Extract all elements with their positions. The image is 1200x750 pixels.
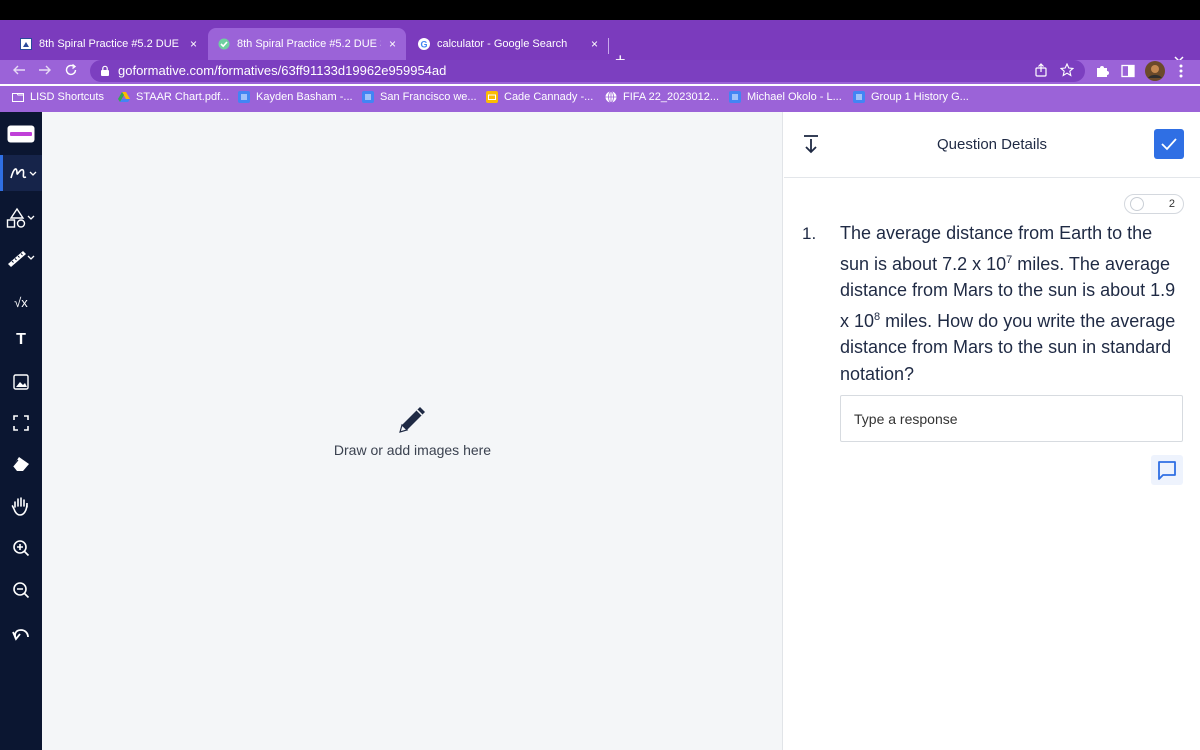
browser-toolbar: goformative.com/formatives/63ff91133d199… [0,60,1200,84]
globe-icon [605,91,617,103]
undo-icon[interactable] [0,616,42,652]
points-circle-icon [1130,197,1144,211]
question-number: 1. [802,224,817,243]
zoom-out-icon[interactable] [0,572,42,608]
reload-icon[interactable] [64,62,78,82]
bookmark-michael-okolo[interactable]: Michael Okolo - L... [729,91,842,103]
bookmark-label: Michael Okolo - L... [747,91,842,103]
tab-close-icon[interactable]: × [389,37,396,51]
bookmark-fifa[interactable]: FIFA 22_2023012... [605,91,719,103]
question-text-part: miles. How do you write the average dist… [840,310,1176,384]
tab-calculator-search[interactable]: G calculator - Google Search × [408,28,608,60]
folder-icon [12,91,24,103]
google-docs-icon [362,91,374,103]
points-value: 2 [1168,198,1175,210]
tab-title: 8th Spiral Practice #5.2 DUE 3/ [237,38,381,50]
shapes-icon[interactable] [0,200,42,236]
bookmark-lisd-shortcuts[interactable]: LISD Shortcuts [12,91,104,103]
response-input[interactable] [840,395,1183,442]
profile-avatar[interactable] [1145,61,1165,86]
bookmark-label: San Francisco we... [380,91,477,103]
tab-title: 8th Spiral Practice #5.2 DUE 3/ [39,38,182,50]
tab-favicon-icon [218,38,230,50]
eraser-icon[interactable] [0,446,42,482]
bookmark-kayden-basham[interactable]: Kayden Basham -... [238,91,353,103]
bookmark-san-francisco[interactable]: San Francisco we... [362,91,477,103]
url-text: goformative.com/formatives/63ff91133d199… [118,63,447,78]
bookmark-label: Cade Cannady -... [504,91,594,103]
google-slides-icon [486,91,498,103]
bookmarks-bar: LISD Shortcuts STAAR Chart.pdf... Kayden… [0,86,1200,112]
question-panel: Question Details 2 1. The average distan… [784,112,1200,750]
drawing-toolbar: √x T [0,112,42,750]
drawing-canvas[interactable]: Draw or add images here [42,112,783,750]
ruler-icon[interactable] [0,240,42,276]
tab-favicon-icon [20,38,32,50]
square-root-icon[interactable]: √x [0,284,42,320]
lock-icon[interactable] [100,64,110,76]
bookmark-label: Group 1 History G... [871,91,969,103]
zoom-in-icon[interactable] [0,530,42,566]
extensions-puzzle-icon[interactable] [1095,64,1109,83]
points-badge: 2 [1124,194,1184,214]
panel-title: Question Details [936,136,1048,153]
tab-spiral-practice-2[interactable]: 8th Spiral Practice #5.2 DUE 3/ × [208,28,406,60]
tab-strip: 8th Spiral Practice #5.2 DUE 3/ × 8th Sp… [0,20,1200,70]
tab-close-icon[interactable]: × [190,37,197,51]
bookmark-label: STAAR Chart.pdf... [136,91,230,103]
side-panel-icon[interactable] [1121,64,1135,83]
back-arrow-icon[interactable] [12,62,26,82]
bookmark-star-icon[interactable] [1059,62,1075,82]
image-icon[interactable] [0,364,42,400]
tab-title: calculator - Google Search [437,38,568,50]
google-docs-icon [238,91,250,103]
draw-hint-text: Draw or add images here [333,442,492,458]
tab-spiral-practice-1[interactable]: 8th Spiral Practice #5.2 DUE 3/ × [10,28,207,60]
done-check-button[interactable] [1154,129,1184,159]
bookmark-group-1-history[interactable]: Group 1 History G... [853,91,969,103]
question-text: The average distance from Earth to the s… [840,220,1185,387]
address-bar[interactable]: goformative.com/formatives/63ff91133d199… [90,60,1085,82]
hand-icon[interactable] [0,488,42,524]
macos-menu-bar [0,0,1200,20]
panel-header: Question Details [784,112,1200,178]
share-icon[interactable] [1035,63,1047,82]
forward-arrow-icon[interactable] [38,62,52,82]
google-favicon-icon: G [418,38,430,50]
tab-close-icon[interactable]: × [591,37,598,51]
bookmark-label: LISD Shortcuts [30,91,104,103]
google-docs-icon [729,91,741,103]
comment-button[interactable] [1151,455,1183,485]
color-swatch-icon[interactable] [0,116,42,152]
tab-divider [608,38,609,54]
svg-text:G: G [420,40,427,50]
google-drive-icon [118,91,130,103]
browser-menu-icon[interactable] [1179,64,1183,83]
bookmark-label: Kayden Basham -... [256,91,353,103]
pen-icon[interactable] [0,155,42,191]
bookmark-label: FIFA 22_2023012... [623,91,720,103]
text-icon[interactable]: T [0,322,42,358]
bookmark-staar-chart[interactable]: STAAR Chart.pdf... [118,91,229,103]
pencil-icon [394,402,430,438]
crop-icon[interactable] [0,405,42,441]
bookmark-cade-cannady[interactable]: Cade Cannady -... [486,91,593,103]
google-docs-icon [853,91,865,103]
